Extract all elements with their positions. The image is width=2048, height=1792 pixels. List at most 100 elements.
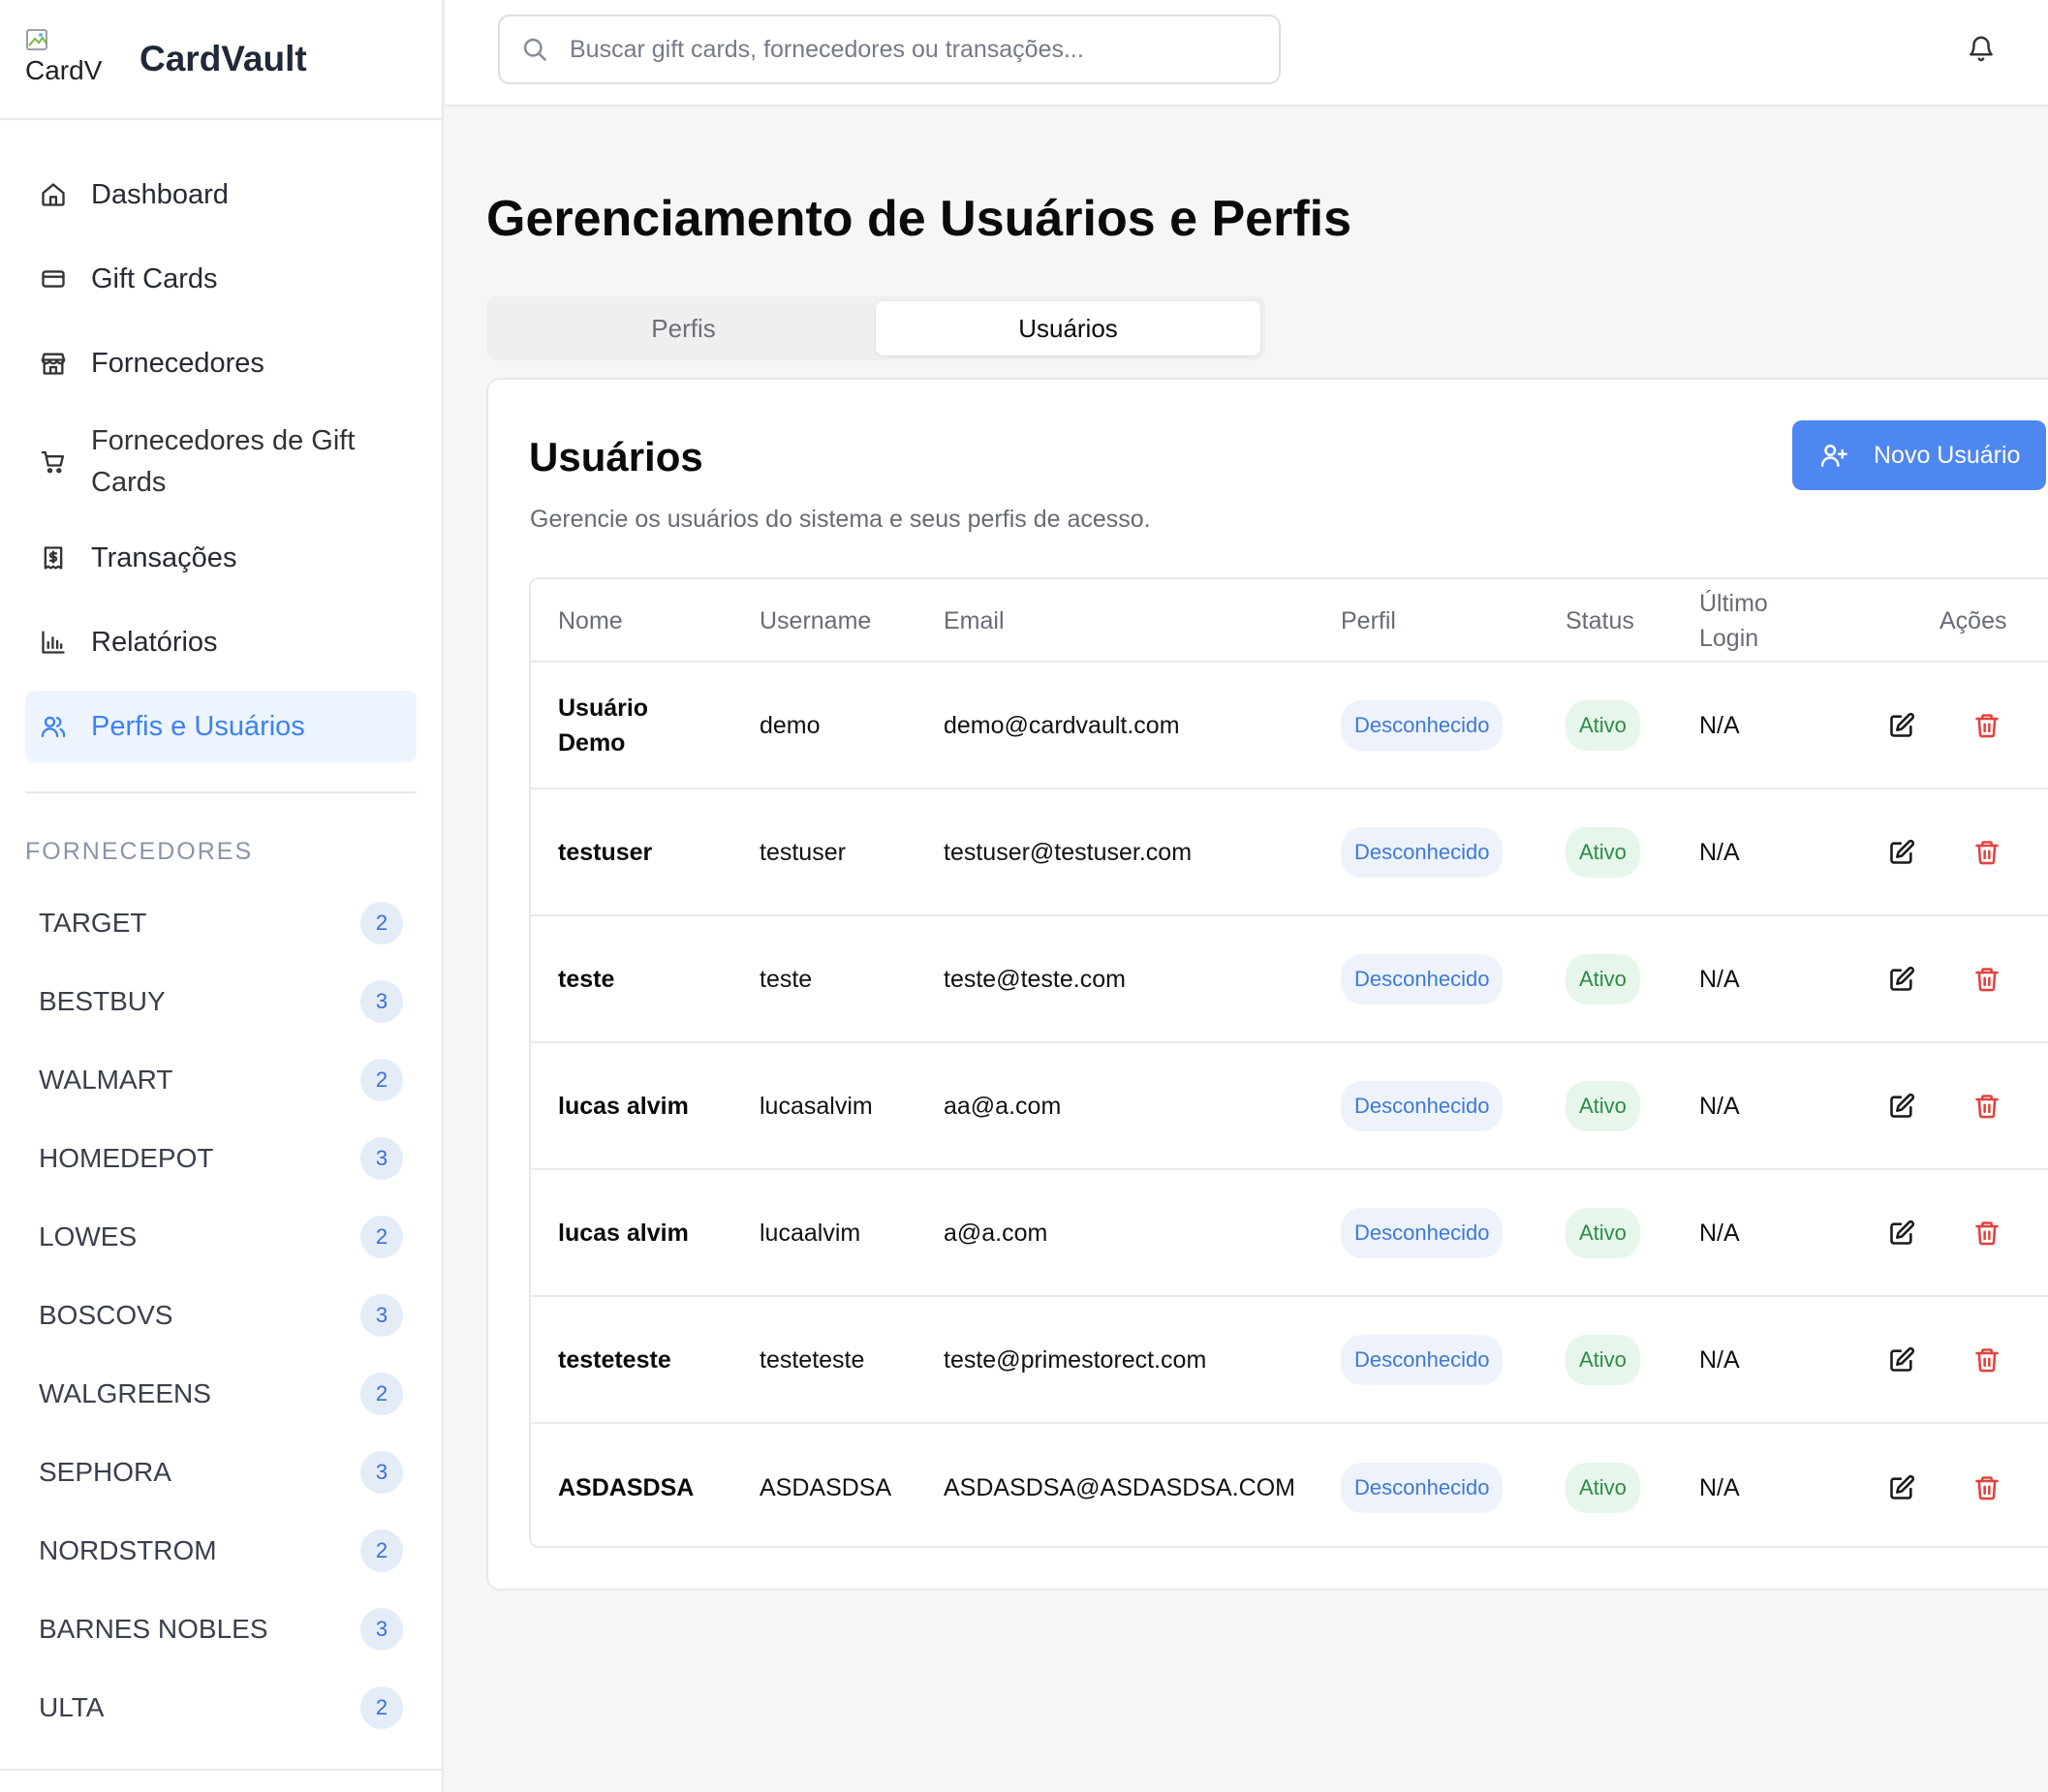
edit-button[interactable]: [1885, 1217, 1918, 1250]
users-icon: [39, 712, 68, 741]
col-header-email[interactable]: Email: [944, 579, 1005, 663]
col-header-nome[interactable]: Nome: [558, 579, 742, 663]
trash-icon: [1975, 1475, 1999, 1499]
cell-delete: [1970, 1297, 2003, 1422]
top-bar: [446, 0, 2048, 107]
edit-icon: [1890, 966, 1915, 991]
vendor-name: LOWES: [39, 1220, 138, 1251]
nav-item-dashboard[interactable]: Dashboard: [25, 159, 417, 231]
col-header-status[interactable]: Status: [1566, 579, 1634, 663]
edit-icon: [1890, 1474, 1915, 1499]
users-table: Nome Username Email Perfil Status Último…: [529, 577, 2048, 1548]
vendor-name: BOSCOVS: [39, 1299, 173, 1330]
nav-item-perfis-usuarios[interactable]: Perfis e Usuários: [25, 691, 417, 762]
vendor-name: BESTBUY: [39, 985, 166, 1016]
brand-name: CardVault: [140, 39, 307, 78]
delete-button[interactable]: [1970, 709, 2003, 742]
edit-button[interactable]: [1885, 709, 1918, 742]
tab-perfis[interactable]: Perfis: [491, 301, 876, 355]
vendor-name: WALMART: [39, 1064, 173, 1095]
vendor-item-boscovs[interactable]: BOSCOVS 3: [25, 1276, 417, 1354]
new-user-button[interactable]: Novo Usuário: [1792, 420, 2046, 490]
vendor-count-badge: 3: [360, 1607, 403, 1651]
cell-email: testuser@testuser.com: [944, 838, 1193, 866]
delete-button[interactable]: [1970, 1471, 2003, 1504]
col-header-perfil[interactable]: Perfil: [1341, 579, 1396, 663]
nav-item-fornecedores[interactable]: Fornecedores: [25, 327, 417, 399]
search-icon: [523, 38, 546, 61]
cell-email: teste@teste.com: [944, 965, 1126, 993]
nav-item-fornecedores-gift-cards[interactable]: Fornecedores de Gift Cards: [25, 412, 417, 512]
cell-delete: [1970, 1170, 2003, 1295]
cell-edit: [1885, 663, 1918, 788]
vendor-item-bestbuy[interactable]: BESTBUY 3: [25, 962, 417, 1040]
search-box[interactable]: [498, 15, 1281, 84]
vendor-item-sephora[interactable]: SEPHORA 3: [25, 1433, 417, 1511]
vendor-count-badge: 2: [360, 1215, 403, 1258]
vendor-item-walmart[interactable]: WALMART 2: [25, 1040, 417, 1119]
vendor-name: NORDSTROM: [39, 1534, 217, 1565]
cell-perfil: Desconhecido: [1341, 1170, 1504, 1295]
delete-button[interactable]: [1970, 1344, 2003, 1376]
vendor-count-badge: 2: [360, 1529, 403, 1572]
edit-button[interactable]: [1885, 963, 1918, 996]
brand-logo-alt: CardV: [25, 55, 103, 85]
vendor-item-walgreens[interactable]: WALGREENS 2: [25, 1354, 417, 1433]
table-row: testeteste testeteste teste@primestorect…: [531, 1297, 2048, 1424]
search-input[interactable]: [570, 35, 1248, 64]
cell-username: testuser: [760, 838, 846, 866]
vendor-count-badge: 2: [360, 901, 403, 944]
edit-button[interactable]: [1885, 1090, 1918, 1123]
delete-button[interactable]: [1970, 1217, 2003, 1250]
table-row: ASDASDSA ASDASDSA ASDASDSA@ASDASDSA.COM …: [531, 1424, 2048, 1546]
profile-badge: Desconhecido: [1341, 1334, 1504, 1385]
edit-button[interactable]: [1885, 1344, 1918, 1376]
cell-perfil: Desconhecido: [1341, 663, 1504, 788]
nav-item-relatorios[interactable]: Relatórios: [25, 606, 417, 678]
cell-perfil: Desconhecido: [1341, 1297, 1504, 1422]
table-row: lucas alvim lucaalvim a@a.com Desconheci…: [531, 1170, 2048, 1297]
notifications-button[interactable]: [1962, 29, 2001, 68]
cell-delete: [1970, 916, 2003, 1041]
cell-email: demo@cardvault.com: [944, 711, 1180, 739]
cell-perfil: Desconhecido: [1341, 1424, 1504, 1546]
vendor-item-target[interactable]: TARGET 2: [25, 883, 417, 962]
vendor-item-homedepot[interactable]: HOMEDEPOT 3: [25, 1119, 417, 1197]
delete-button[interactable]: [1970, 1090, 2003, 1123]
edit-button[interactable]: [1885, 1471, 1918, 1504]
vendor-name: WALGREENS: [39, 1377, 211, 1408]
cell-delete: [1970, 663, 2003, 788]
cell-ultimo-login: N/A: [1699, 838, 1740, 866]
sidebar: CardV CardVault Dashboard Gift Cards For…: [0, 0, 444, 1792]
card-title: Usuários: [529, 434, 703, 479]
profile-badge: Desconhecido: [1341, 699, 1504, 751]
vendor-item-barnes-nobles[interactable]: BARNES NOBLES 3: [25, 1590, 417, 1668]
trash-icon: [1975, 967, 1999, 991]
vendor-count-badge: 3: [360, 979, 403, 1023]
nav-item-transacoes[interactable]: Transações: [25, 522, 417, 594]
store-icon: [39, 349, 68, 378]
vendor-item-ulta[interactable]: ULTA 2: [25, 1668, 417, 1746]
brand-logo[interactable]: CardV: [25, 28, 107, 90]
edit-button[interactable]: [1885, 836, 1918, 869]
vendor-item-nordstrom[interactable]: NORDSTROM 2: [25, 1511, 417, 1590]
vendor-item-lowes[interactable]: LOWES 2: [25, 1197, 417, 1276]
trash-icon: [1975, 1094, 1999, 1118]
cell-status: Ativo: [1566, 1297, 1640, 1422]
delete-button[interactable]: [1970, 963, 2003, 996]
delete-button[interactable]: [1970, 836, 2003, 869]
edit-icon: [1890, 1220, 1915, 1245]
cell-edit: [1885, 916, 1918, 1041]
cell-status: Ativo: [1566, 663, 1640, 788]
col-header-username[interactable]: Username: [760, 579, 871, 663]
cell-ultimo-login: N/A: [1699, 1092, 1740, 1120]
cell-ultimo-login: N/A: [1699, 1345, 1740, 1374]
nav-item-label: Relatórios: [91, 626, 218, 658]
credit-card-icon: [39, 264, 68, 294]
nav-item-gift-cards[interactable]: Gift Cards: [25, 243, 417, 315]
col-header-ultimo-login[interactable]: Último Login: [1699, 579, 1806, 663]
vendor-count-badge: 2: [360, 1058, 403, 1101]
tab-usuarios[interactable]: Usuários: [876, 301, 1260, 355]
vendor-count-badge: 3: [360, 1136, 403, 1180]
trash-icon: [1975, 713, 1999, 737]
